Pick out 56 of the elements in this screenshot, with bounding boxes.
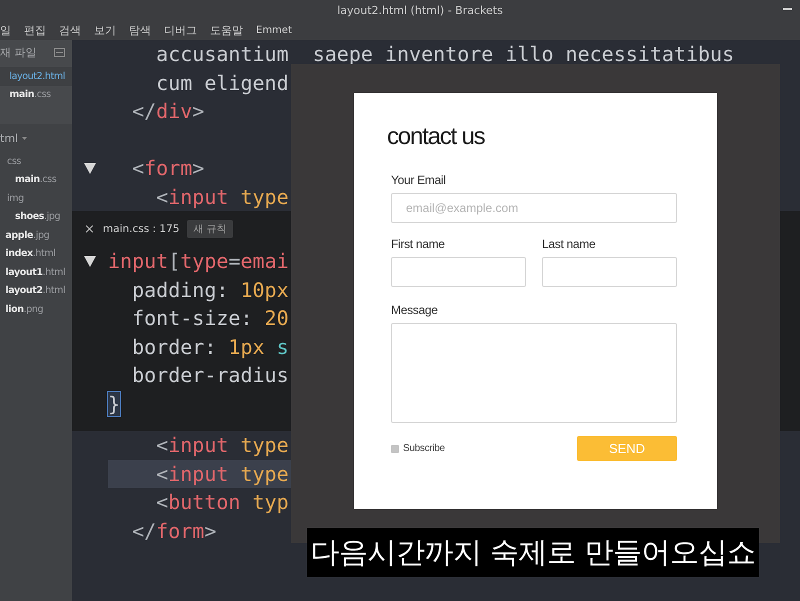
code-line: </div> [131, 99, 204, 124]
code-line: cum eligend [155, 70, 289, 95]
file-item[interactable]: apple.jpg [0, 226, 72, 244]
last-name-field[interactable] [542, 257, 677, 287]
checkbox-label: Subscribe [403, 443, 445, 454]
working-file[interactable]: main.css [0, 86, 72, 104]
working-file[interactable]: layout2.html [0, 67, 72, 86]
code-line: <form> [131, 156, 204, 180]
code-line: </form> [131, 518, 216, 543]
code-line: accusantium saepe inventore illo necessitatibus [155, 42, 734, 66]
folder-item[interactable]: img [0, 189, 72, 208]
subtitle: 다음시간까지 숙제로 만들어오십쇼 [307, 528, 759, 577]
code-line: <button typ [155, 490, 289, 514]
code-line: <input type [155, 462, 289, 486]
fold-triangle-icon[interactable] [84, 162, 96, 174]
menu-item[interactable]: 보기 [94, 23, 116, 38]
menu-item[interactable]: 편집 [24, 23, 46, 38]
file-item[interactable]: main.css [0, 170, 72, 189]
code-line: input[type=emai [108, 249, 289, 274]
code-line: padding: 10px [131, 278, 289, 302]
new-rule-button[interactable]: 새 규칙 [187, 220, 233, 238]
split-icon[interactable] [54, 48, 65, 56]
field-label: Your Email [391, 173, 447, 187]
caret-icon[interactable] [22, 136, 28, 140]
file-item[interactable]: layout2.html [0, 282, 72, 300]
code-line: border: 1px s [131, 334, 289, 359]
file-item[interactable]: lion.png [0, 300, 72, 318]
code-line: border-radius [131, 363, 289, 388]
subscribe-checkbox[interactable] [391, 444, 399, 452]
field-label: First name [391, 237, 446, 251]
menu-item[interactable]: 탐색 [129, 23, 151, 38]
code-line: <input type [155, 433, 289, 458]
card-title: contact us [387, 123, 486, 151]
message-field[interactable] [391, 323, 677, 423]
minimize-icon[interactable] [783, 8, 792, 10]
close-icon[interactable]: × [84, 222, 95, 236]
menu-item[interactable]: 일 [0, 23, 11, 38]
file-item[interactable]: layout1.html [0, 263, 72, 282]
inline-file-label: main.css : 175 [102, 223, 180, 235]
project-name[interactable]: tml [0, 132, 18, 144]
fold-triangle-icon[interactable] [84, 256, 96, 267]
menu-item[interactable]: 검색 [59, 23, 81, 38]
code-line: <input type [155, 184, 289, 209]
menu-item[interactable]: 디버그 [164, 23, 197, 38]
menu-item[interactable]: Emmet [256, 25, 292, 36]
field-label: Message [391, 303, 439, 317]
field-label: Last name [542, 237, 596, 251]
folder-item[interactable]: css [0, 152, 72, 170]
file-item[interactable]: index.html [0, 244, 72, 263]
file-item[interactable]: shoes.jpg [0, 208, 72, 226]
email-field[interactable]: email@example.com [391, 193, 677, 223]
window-title: layout2.html (html) - Brackets [337, 4, 503, 17]
working-files-header: 재 파일 [0, 44, 36, 60]
menu-item[interactable]: 도움말 [210, 23, 243, 38]
code-line: font-size: 20 [131, 306, 289, 330]
first-name-field[interactable] [391, 257, 526, 287]
